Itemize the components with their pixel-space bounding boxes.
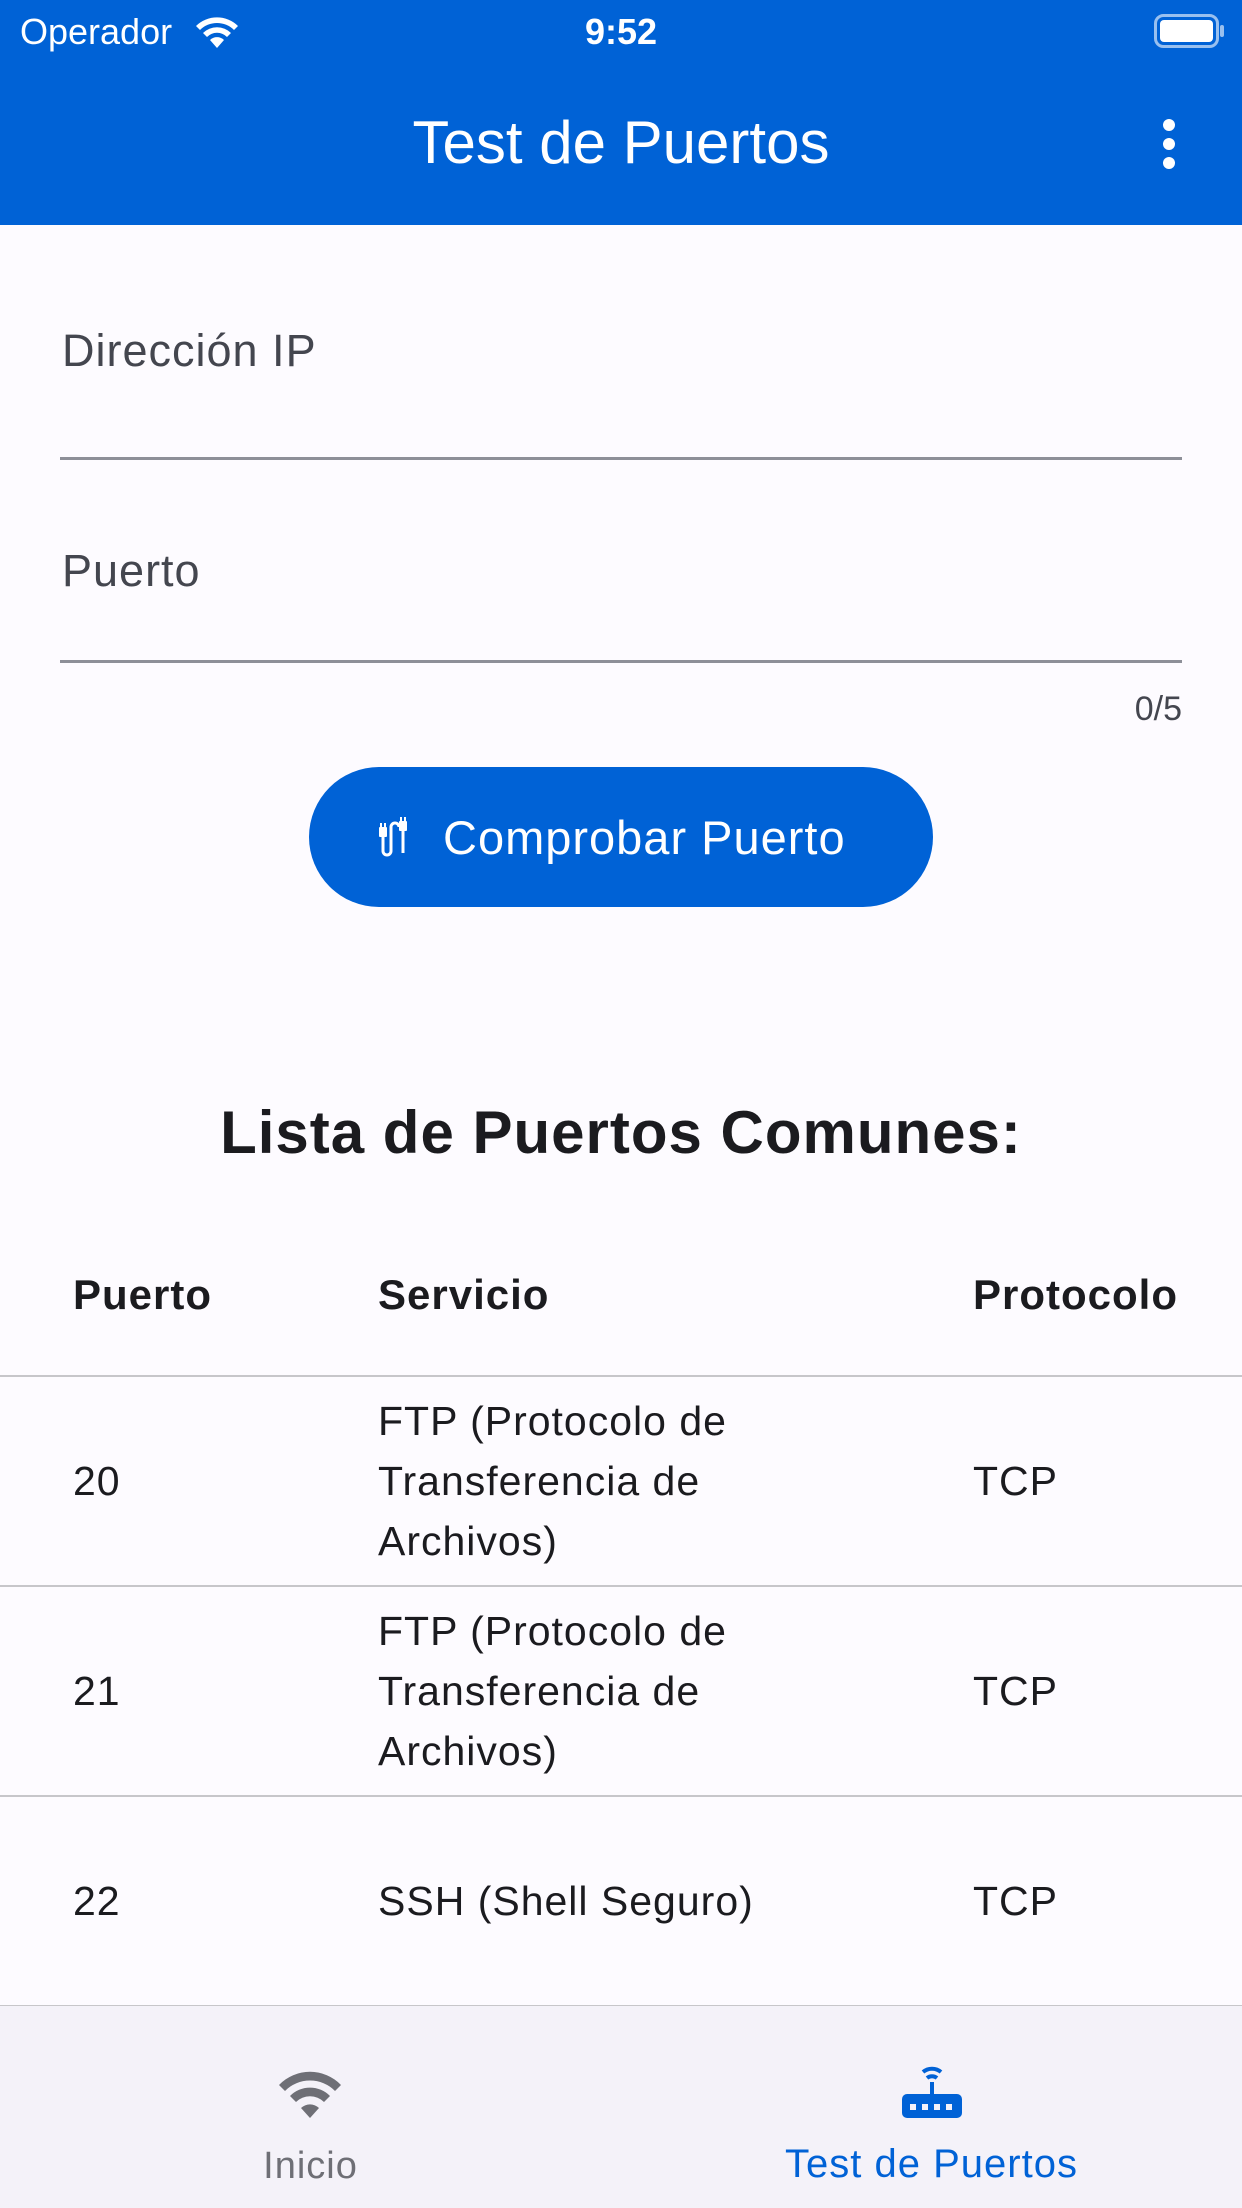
ip-address-label: Dirección IP — [62, 325, 317, 376]
cell-port: 20 — [73, 1458, 121, 1504]
common-ports-table: Puerto Servicio Protocolo 20 FTP (Protoc… — [0, 1235, 1242, 2007]
router-icon — [902, 2066, 962, 2118]
ip-address-field[interactable]: Dirección IP — [60, 300, 1182, 462]
check-port-button[interactable]: Comprobar Puerto — [309, 767, 933, 907]
cable-icon — [379, 817, 407, 857]
clock: 9:52 — [584, 11, 658, 52]
header-protocol: Protocolo — [973, 1271, 1178, 1318]
wifi-icon — [279, 2071, 341, 2118]
cell-service: FTP (Protocolo de Transferencia de Archi… — [378, 1398, 727, 1564]
cell-port: 21 — [73, 1668, 121, 1714]
common-ports-heading: Lista de Puertos Comunes: — [220, 1099, 1022, 1166]
nav-label-test-de-puertos: Test de Puertos — [785, 2142, 1078, 2186]
more-options-button[interactable] — [1148, 110, 1190, 178]
page-title: Test de Puertos — [412, 109, 830, 176]
port-field[interactable]: Puerto — [60, 520, 1182, 665]
table-row: 21 FTP (Protocolo de Transferencia de Ar… — [0, 1587, 1242, 1797]
table-header: Puerto Servicio Protocolo — [0, 1235, 1242, 1377]
battery-icon — [1154, 14, 1224, 48]
cell-service: FTP (Protocolo de Transferencia de Archi… — [378, 1608, 727, 1774]
more-vert-icon — [1163, 119, 1175, 131]
nav-item-inicio[interactable]: Inicio — [0, 2006, 621, 2208]
app-bar: Operador 9:52 Test de Puertos — [0, 0, 1242, 225]
header-service: Servicio — [378, 1271, 550, 1318]
header-port: Puerto — [73, 1271, 213, 1318]
port-label: Puerto — [62, 545, 201, 596]
cell-protocol: TCP — [973, 1878, 1058, 1924]
check-port-label: Comprobar Puerto — [443, 811, 846, 864]
cell-protocol: TCP — [973, 1458, 1058, 1504]
nav-item-test-de-puertos[interactable]: Test de Puertos — [621, 2006, 1242, 2208]
port-underline — [60, 660, 1182, 663]
cell-protocol: TCP — [973, 1668, 1058, 1714]
cell-service: SSH (Shell Seguro) — [378, 1878, 754, 1924]
cell-port: 22 — [73, 1878, 121, 1924]
port-character-counter: 0/5 — [1134, 690, 1182, 728]
ip-address-underline — [60, 457, 1182, 460]
bottom-navigation: Inicio Test de Puertos — [0, 2006, 1242, 2208]
table-row: 22 SSH (Shell Seguro) TCP — [0, 1797, 1242, 2007]
nav-label-inicio: Inicio — [263, 2145, 358, 2187]
table-row: 20 FTP (Protocolo de Transferencia de Ar… — [0, 1377, 1242, 1587]
